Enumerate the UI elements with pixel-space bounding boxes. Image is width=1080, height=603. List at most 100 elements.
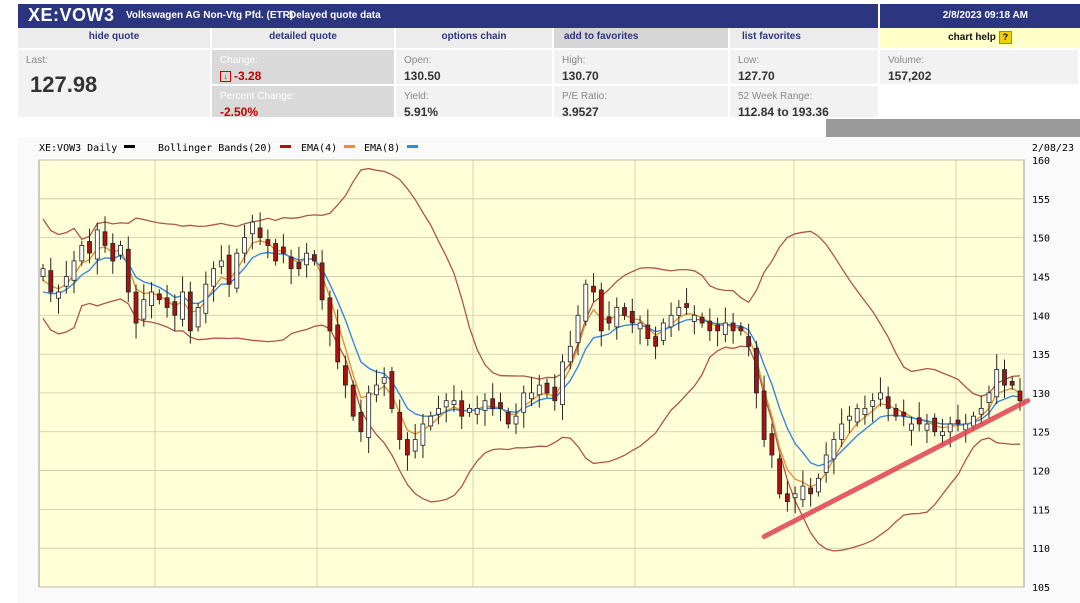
volume-cell: Volume: 157,202 bbox=[880, 50, 1080, 86]
candle-body bbox=[871, 401, 875, 407]
candle-body bbox=[537, 385, 541, 395]
y-tick-label: 130 bbox=[1032, 389, 1050, 400]
candle-body bbox=[894, 408, 898, 416]
hide-quote-link[interactable]: hide quote bbox=[18, 28, 212, 48]
candle-body bbox=[336, 325, 340, 362]
legend-ema8: EMA(8) bbox=[364, 143, 400, 154]
high-value: 130.70 bbox=[562, 69, 599, 83]
candle-body bbox=[685, 304, 689, 308]
header-divider-strip bbox=[826, 119, 1080, 137]
candle-body bbox=[204, 284, 208, 313]
candle-body bbox=[708, 321, 712, 331]
candle-body bbox=[692, 315, 696, 321]
candle-body bbox=[266, 240, 270, 246]
candle-body bbox=[343, 366, 347, 385]
candle-body bbox=[599, 290, 603, 331]
candle-body bbox=[1018, 391, 1022, 401]
yield-label: Yield: bbox=[404, 91, 429, 102]
chart-date-label: 2/08/23 bbox=[1032, 143, 1074, 154]
last-label: Last: bbox=[26, 55, 48, 66]
candle-body bbox=[723, 323, 727, 335]
candle-body bbox=[142, 300, 146, 319]
candle-body bbox=[522, 393, 526, 412]
week-range-value: 112.84 to 193.36 bbox=[738, 105, 829, 119]
candle-body bbox=[700, 317, 704, 323]
candle-body bbox=[413, 440, 417, 452]
candle-body bbox=[878, 393, 882, 399]
candle-body bbox=[902, 412, 906, 416]
chart-help-label: chart help bbox=[948, 32, 996, 43]
candle-body bbox=[987, 393, 991, 403]
candle-body bbox=[390, 372, 394, 409]
y-tick-label: 120 bbox=[1032, 467, 1050, 478]
y-tick-label: 145 bbox=[1032, 272, 1050, 283]
yield-value: 5.91% bbox=[404, 105, 438, 119]
candle-body bbox=[754, 348, 758, 393]
legend-symbol: XE:VOW3 Daily bbox=[39, 143, 117, 154]
detailed-quote-link[interactable]: detailed quote bbox=[212, 28, 396, 48]
candle-body bbox=[134, 292, 138, 323]
candle-body bbox=[57, 292, 61, 298]
change-label: Change: bbox=[220, 55, 258, 66]
week-range-cell: 52 Week Range: 112.84 to 193.36 bbox=[730, 86, 880, 119]
candle-body bbox=[979, 408, 983, 414]
open-value: 130.50 bbox=[404, 69, 441, 83]
candle-body bbox=[437, 408, 441, 414]
pe-ratio-value: 3.9527 bbox=[562, 105, 599, 119]
price-chart: 105110115120125130135140145150155160 XE:… bbox=[18, 137, 1080, 603]
candle-body bbox=[801, 486, 805, 500]
candle-body bbox=[444, 401, 448, 407]
y-tick-label: 115 bbox=[1032, 505, 1050, 516]
open-label: Open: bbox=[404, 55, 431, 66]
y-tick-label: 150 bbox=[1032, 234, 1050, 245]
options-chain-link[interactable]: options chain bbox=[396, 28, 554, 48]
candle-body bbox=[956, 420, 960, 424]
list-favorites-link[interactable]: list favorites bbox=[730, 28, 880, 48]
candle-body bbox=[793, 494, 797, 498]
percent-change-label: Percent Change: bbox=[220, 91, 295, 102]
percent-change-value: -2.50% bbox=[220, 105, 258, 119]
low-value: 127.70 bbox=[738, 69, 775, 83]
quote-header-bar: XE:VOW3 Volkswagen AG Non-Vtg Pfd. (ETR)… bbox=[18, 4, 878, 28]
candle-body bbox=[111, 244, 115, 262]
candle-body bbox=[483, 401, 487, 411]
candle-body bbox=[181, 292, 185, 319]
candle-body bbox=[367, 393, 371, 438]
candle-body bbox=[933, 418, 937, 432]
candle-body bbox=[405, 440, 409, 456]
candle-body bbox=[468, 408, 472, 412]
candle-body bbox=[840, 424, 844, 440]
plot-area bbox=[39, 160, 1024, 587]
pe-ratio-label: P/E Ratio: bbox=[562, 91, 607, 102]
chart-help-link[interactable]: chart help? bbox=[880, 28, 1080, 48]
low-label: Low: bbox=[738, 55, 759, 66]
candle-body bbox=[258, 228, 262, 238]
candle-body bbox=[351, 385, 355, 416]
candle-body bbox=[382, 377, 386, 383]
candle-body bbox=[615, 308, 619, 327]
candle-body bbox=[778, 459, 782, 494]
candle-body bbox=[770, 434, 774, 455]
candle-body bbox=[925, 424, 929, 430]
candle-body bbox=[661, 323, 665, 341]
candle-body bbox=[716, 325, 720, 331]
y-tick-label: 160 bbox=[1032, 156, 1050, 167]
candle-body bbox=[1010, 381, 1014, 385]
candle-body bbox=[964, 424, 968, 430]
candle-body bbox=[530, 393, 534, 399]
percent-change-cell: Percent Change: -2.50% bbox=[212, 86, 396, 119]
candle-body bbox=[514, 416, 518, 424]
low-cell: Low: 127.70 bbox=[730, 50, 880, 86]
last-price-cell: Last: 127.98 bbox=[18, 50, 212, 119]
candle-body bbox=[886, 397, 890, 409]
help-icon: ? bbox=[999, 31, 1012, 44]
candle-body bbox=[638, 323, 642, 329]
candle-body bbox=[917, 418, 921, 424]
candle-body bbox=[568, 346, 572, 362]
candle-body bbox=[165, 298, 169, 308]
candle-body bbox=[941, 432, 945, 436]
candle-body bbox=[584, 284, 588, 321]
down-arrow-icon: ↓ bbox=[220, 71, 231, 82]
candle-body bbox=[553, 387, 557, 401]
add-to-favorites-link[interactable]: add to favorites bbox=[554, 28, 730, 48]
